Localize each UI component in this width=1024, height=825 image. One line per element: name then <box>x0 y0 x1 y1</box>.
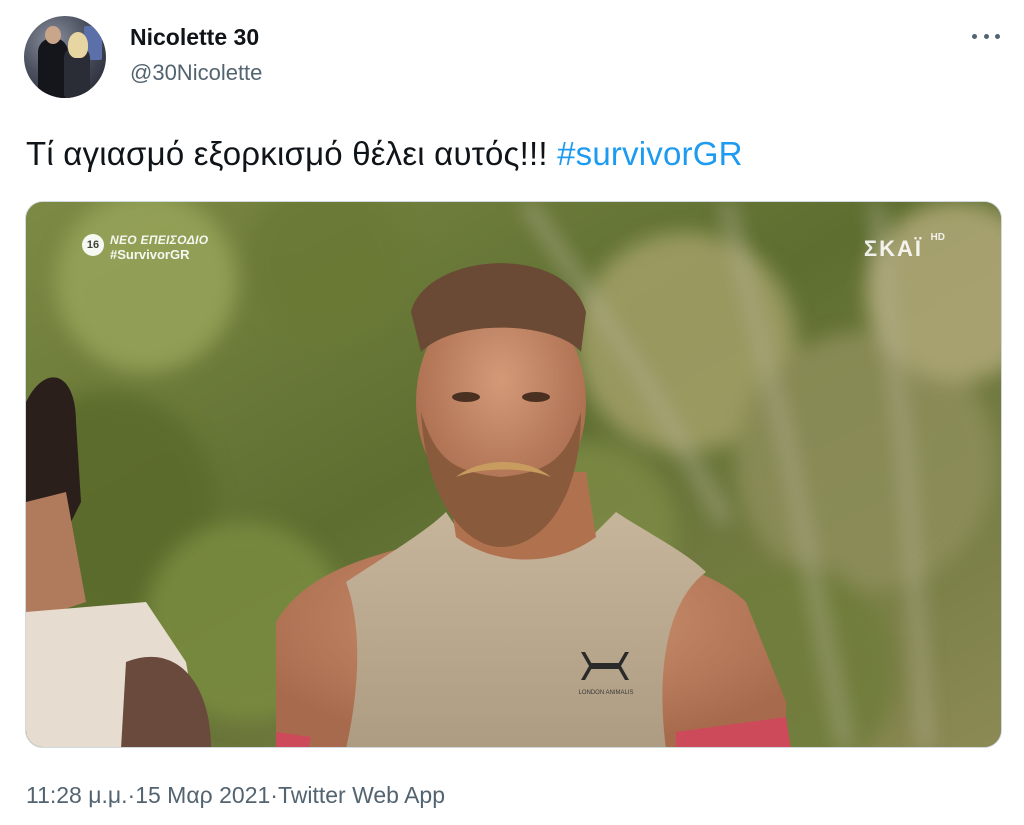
tweet-media-image[interactable]: LONDON ANIMALIS 16 ΝΕΟ ΕΠΕΙΣΟΔΙΟ #Surviv… <box>25 201 1002 748</box>
overlay-hashtag: #SurvivorGR <box>110 247 190 262</box>
tweet-text: Τί αγιασμό εξορκισμό θέλει αυτός!!! #sur… <box>26 135 743 173</box>
channel-hd-badge: HD <box>930 232 945 243</box>
avatar[interactable] <box>24 16 106 98</box>
tweet-time[interactable]: 11:28 μ.μ. <box>26 782 128 809</box>
shirt-logo-text: LONDON ANIMALIS <box>578 690 633 696</box>
media-photo: LONDON ANIMALIS <box>26 202 1001 747</box>
meta-separator: · <box>127 782 136 808</box>
episode-badge: 16 <box>82 234 104 256</box>
tweet-card: Nicolette 30 @30Nicolette Τί αγιασμό εξο… <box>0 0 1024 825</box>
author-display-name[interactable]: Nicolette 30 <box>130 24 259 51</box>
channel-logo: ΣΚΑΪ <box>863 236 923 261</box>
overlay-new-episode: ΝΕΟ ΕΠΕΙΣΟΔΙΟ <box>110 233 209 247</box>
more-options-icon[interactable] <box>972 26 1000 46</box>
tweet-meta: 11:28 μ.μ. · 15 Μαρ 2021 · Twitter Web A… <box>26 782 445 809</box>
tweet-body-text: Τί αγιασμό εξορκισμό θέλει αυτός!!! <box>26 135 558 172</box>
meta-separator-2: · <box>270 782 278 808</box>
hashtag-link[interactable]: #survivorGR <box>557 135 743 172</box>
avatar-figure-right <box>64 32 90 98</box>
author-handle[interactable]: @30Nicolette <box>130 60 262 86</box>
tweet-source-app[interactable]: Twitter Web App <box>278 782 445 809</box>
tweet-date[interactable]: 15 Μαρ 2021 <box>135 782 270 809</box>
